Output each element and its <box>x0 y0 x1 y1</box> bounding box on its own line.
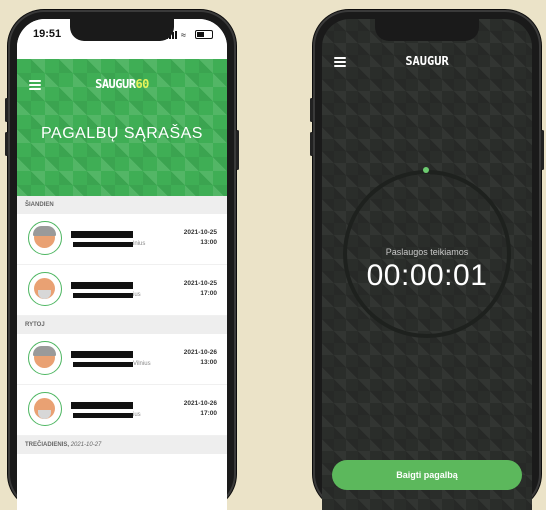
avatar-elderly-woman <box>28 341 62 375</box>
item-time: 17:00 <box>200 410 217 417</box>
phone-side-button <box>310 132 313 156</box>
redacted-address <box>73 362 133 367</box>
item-location: ius <box>133 292 141 298</box>
notch <box>375 19 479 41</box>
avatar-elderly-woman <box>28 221 62 255</box>
redacted-name <box>71 231 133 238</box>
phone-side-button <box>5 132 8 156</box>
battery-icon <box>195 30 213 39</box>
phone-left: 19:51 ≈ SAUGUR60 PAGALBŲ SĄRAŠAS ŠIANDIE… <box>5 10 239 510</box>
progress-dot <box>423 167 429 173</box>
timer-value: 00:00:01 <box>366 259 488 292</box>
avatar-elderly-man <box>28 392 62 426</box>
status-time: 19:51 <box>33 28 62 40</box>
phone-right: SAUGUR Paslaugos teikiamos 00:00:01 Baig… <box>310 10 544 510</box>
item-time: 13:00 <box>200 359 217 366</box>
notch <box>70 19 174 41</box>
menu-icon[interactable] <box>29 80 41 92</box>
screen-timer: SAUGUR Paslaugos teikiamos 00:00:01 Baig… <box>322 19 532 510</box>
redacted-name <box>71 282 133 289</box>
item-date: 2021-10-25 <box>183 229 217 236</box>
redacted-address <box>73 242 133 247</box>
item-location: Vilnius <box>133 361 151 367</box>
timer-label: Paslaugos teikiamos <box>385 247 469 257</box>
redacted-address <box>73 413 133 418</box>
redacted-name <box>71 402 133 409</box>
phone-side-button <box>541 130 544 170</box>
redacted-name <box>71 351 133 358</box>
list-header: SAUGUR60 PAGALBŲ SĄRAŠAS <box>17 59 227 196</box>
wifi-icon: ≈ <box>181 29 186 40</box>
screen-list: 19:51 ≈ SAUGUR60 PAGALBŲ SĄRAŠAS ŠIANDIE… <box>17 19 227 510</box>
finish-help-button[interactable]: Baigti pagalbą <box>332 460 522 490</box>
app-logo: SAUGUR60 <box>95 77 149 91</box>
list-item[interactable]: Vilnius 2021-10-26 13:00 <box>17 334 227 385</box>
phone-side-button <box>5 98 8 122</box>
item-date: 2021-10-26 <box>183 349 217 356</box>
item-location: lnius <box>133 241 146 247</box>
section-header-today: ŠIANDIEN <box>17 196 227 214</box>
section-header-tomorrow: RYTOJ <box>17 316 227 334</box>
help-list: ŠIANDIEN lnius 2021-10-25 13:00 ius 2021… <box>17 196 227 510</box>
item-date: 2021-10-26 <box>183 400 217 407</box>
list-item[interactable]: ius 2021-10-26 17:00 <box>17 385 227 436</box>
list-item[interactable]: ius 2021-10-25 17:00 <box>17 265 227 316</box>
section-header-wednesday: TREČIADIENIS, 2021-10-27 <box>17 436 227 454</box>
menu-icon[interactable] <box>334 57 346 69</box>
list-item[interactable]: lnius 2021-10-25 13:00 <box>17 214 227 265</box>
page-title: PAGALBŲ SĄRAŠAS <box>41 125 203 142</box>
item-time: 17:00 <box>200 290 217 297</box>
phone-side-button <box>310 98 313 122</box>
item-date: 2021-10-25 <box>183 280 217 287</box>
redacted-address <box>73 293 133 298</box>
avatar-elderly-man <box>28 272 62 306</box>
item-time: 13:00 <box>200 239 217 246</box>
app-logo: SAUGUR <box>405 54 449 68</box>
item-location: ius <box>133 412 141 418</box>
phone-side-button <box>236 130 239 170</box>
